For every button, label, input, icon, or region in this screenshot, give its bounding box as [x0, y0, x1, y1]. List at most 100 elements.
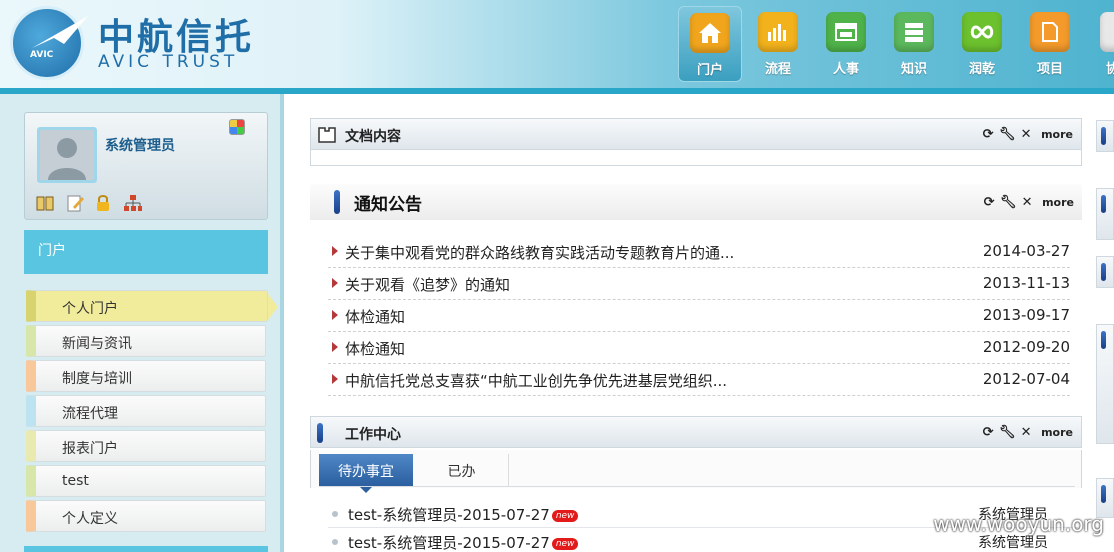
brand-name-en: AVIC TRUST	[98, 52, 239, 72]
avatar[interactable]	[37, 127, 97, 183]
document-icon	[1030, 12, 1070, 52]
watermark: www.wooyun.org	[933, 512, 1104, 536]
portal-section-header[interactable]: 门户	[24, 230, 268, 274]
plane-icon	[32, 16, 88, 48]
header: AVIC 中航信托 AVIC TRUST 门户 流程 人事 知识 润乾 项目 协	[0, 0, 1114, 90]
notice-title[interactable]: 体检通知	[345, 306, 405, 327]
more-link[interactable]: more	[1041, 426, 1073, 439]
sidebar-footer-bar	[24, 546, 268, 552]
nav-hr[interactable]: 人事	[814, 6, 878, 82]
section-bar-icon	[1101, 331, 1106, 349]
tab-done[interactable]: 已办	[415, 454, 509, 486]
docs-panel-tools: ⟳ 🔧︎ ✕ more	[980, 126, 1073, 142]
todo-title-text[interactable]: test-系统管理员-2015-07-27	[348, 534, 550, 552]
sidebar: 系统管理员 门户 个人门户 新闻与资讯 制度与培训 流程代理 报表门户 test…	[0, 94, 284, 552]
sidebar-item-test[interactable]: test	[26, 465, 266, 497]
tab-divider	[319, 486, 1075, 487]
org-chart-icon[interactable]	[123, 193, 143, 213]
notice-title[interactable]: 关于观看《追梦》的通知	[345, 274, 510, 295]
wrench-icon[interactable]: 🔧︎	[1000, 194, 1017, 210]
notice-date: 2013-09-17	[982, 306, 1070, 324]
new-badge: new	[551, 537, 579, 550]
section-bar-icon	[334, 190, 340, 214]
close-icon[interactable]: ✕	[1019, 194, 1035, 210]
right-panel-header	[1096, 324, 1114, 444]
notice-date: 2012-07-04	[982, 370, 1070, 388]
nav-label: 润乾	[968, 62, 995, 77]
close-icon[interactable]: ✕	[1018, 424, 1034, 440]
close-icon[interactable]: ✕	[1018, 126, 1034, 142]
sidebar-item-policy[interactable]: 制度与培训	[26, 360, 266, 392]
sidebar-item-report[interactable]: 报表门户	[26, 430, 266, 462]
sidebar-item-news[interactable]: 新闻与资讯	[26, 325, 266, 357]
work-panel-tools: ⟳ 🔧︎ ✕ more	[980, 424, 1073, 440]
arrow-icon	[332, 310, 338, 320]
wrench-icon[interactable]: 🔧︎	[999, 424, 1016, 440]
todo-title[interactable]: test-系统管理员-2015-07-27 new	[348, 532, 579, 552]
sidebar-item-custom[interactable]: 个人定义	[26, 500, 266, 532]
refresh-icon[interactable]: ⟳	[981, 194, 997, 210]
notice-date: 2014-03-27	[982, 242, 1070, 260]
list-item[interactable]: 关于观看《追梦》的通知 2013-11-13	[328, 268, 1070, 300]
home-icon	[690, 13, 730, 53]
work-panel-header: 工作中心 ⟳ 🔧︎ ✕ more	[310, 416, 1082, 448]
username: 系统管理员	[105, 138, 175, 154]
wrench-icon[interactable]: 🔧︎	[999, 126, 1016, 142]
bullet-icon	[332, 539, 338, 545]
work-tabs: 待办事宜 已办	[310, 450, 1082, 493]
profile-card: 系统管理员	[24, 112, 268, 220]
lock-icon[interactable]	[93, 193, 113, 213]
docs-panel-title: 文档内容	[345, 129, 401, 145]
work-panel-title: 工作中心	[345, 427, 401, 443]
section-bar-icon	[1101, 195, 1106, 213]
nav-project[interactable]: 项目	[1018, 6, 1082, 82]
todo-title[interactable]: test-系统管理员-2015-07-27 new	[348, 504, 579, 525]
notices-panel-tools: ⟳ 🔧︎ ✕ more	[981, 194, 1074, 210]
section-bar-icon	[1101, 127, 1106, 145]
nav-label: 人事	[832, 62, 859, 77]
edit-icon[interactable]	[65, 193, 85, 213]
logo-mark: AVIC	[30, 50, 54, 60]
right-panel-header	[1096, 188, 1114, 240]
main-content: 文档内容 ⟳ 🔧︎ ✕ more 通知公告 ⟳ 🔧︎ ✕ more 关于集中观看…	[288, 94, 1114, 552]
refresh-icon[interactable]: ⟳	[980, 424, 996, 440]
sidebar-menu: 个人门户 新闻与资讯 制度与培训 流程代理 报表门户 test 个人定义	[26, 290, 278, 535]
docs-panel-body	[310, 150, 1082, 166]
list-item[interactable]: 中航信托党总支喜获“中航工业创先争优先进基层党组织... 2012-07-04	[328, 364, 1070, 396]
book-icon[interactable]	[35, 193, 55, 213]
nav-portal[interactable]: 门户	[678, 6, 742, 82]
section-bar-icon	[1101, 485, 1106, 503]
notice-title[interactable]: 体检通知	[345, 338, 405, 359]
infinity-icon	[962, 12, 1002, 52]
more-link[interactable]: more	[1041, 128, 1073, 141]
notices-panel-header: 通知公告 ⟳ 🔧︎ ✕ more	[310, 184, 1082, 220]
todo-title-text[interactable]: test-系统管理员-2015-07-27	[348, 506, 550, 524]
window-icon	[826, 12, 866, 52]
arrow-icon	[332, 374, 338, 384]
notice-title[interactable]: 关于集中观看党的群众路线教育实践活动专题教育片的通...	[345, 242, 734, 263]
theme-color-icon[interactable]	[229, 119, 245, 135]
nav-knowledge[interactable]: 知识	[882, 6, 946, 82]
nav-flow[interactable]: 流程	[746, 6, 810, 82]
nav-runqian[interactable]: 润乾	[950, 6, 1014, 82]
section-bar-icon	[1101, 263, 1106, 281]
refresh-icon[interactable]: ⟳	[980, 126, 996, 142]
list-item[interactable]: 体检通知 2012-09-20	[328, 332, 1070, 364]
tab-todo[interactable]: 待办事宜	[319, 454, 413, 493]
nav-collab[interactable]: 协	[1086, 6, 1114, 82]
section-bar-icon	[317, 423, 323, 443]
right-panel-header	[1096, 120, 1114, 152]
new-badge: new	[551, 509, 579, 522]
more-link[interactable]: more	[1042, 196, 1074, 209]
sidebar-item-proxy[interactable]: 流程代理	[26, 395, 266, 427]
notice-title[interactable]: 中航信托党总支喜获“中航工业创先争优先进基层党组织...	[345, 370, 727, 391]
chart-icon	[758, 12, 798, 52]
sidebar-item-personal-portal[interactable]: 个人门户	[26, 290, 278, 322]
partial-icon	[1100, 12, 1114, 52]
nav-label: 流程	[764, 62, 791, 77]
list-item[interactable]: 关于集中观看党的群众路线教育实践活动专题教育片的通... 2014-03-27	[328, 236, 1070, 268]
database-icon	[894, 12, 934, 52]
list-item[interactable]: 体检通知 2013-09-17	[328, 300, 1070, 332]
docs-panel-header: 文档内容 ⟳ 🔧︎ ✕ more	[310, 118, 1082, 150]
puzzle-icon	[318, 127, 336, 143]
